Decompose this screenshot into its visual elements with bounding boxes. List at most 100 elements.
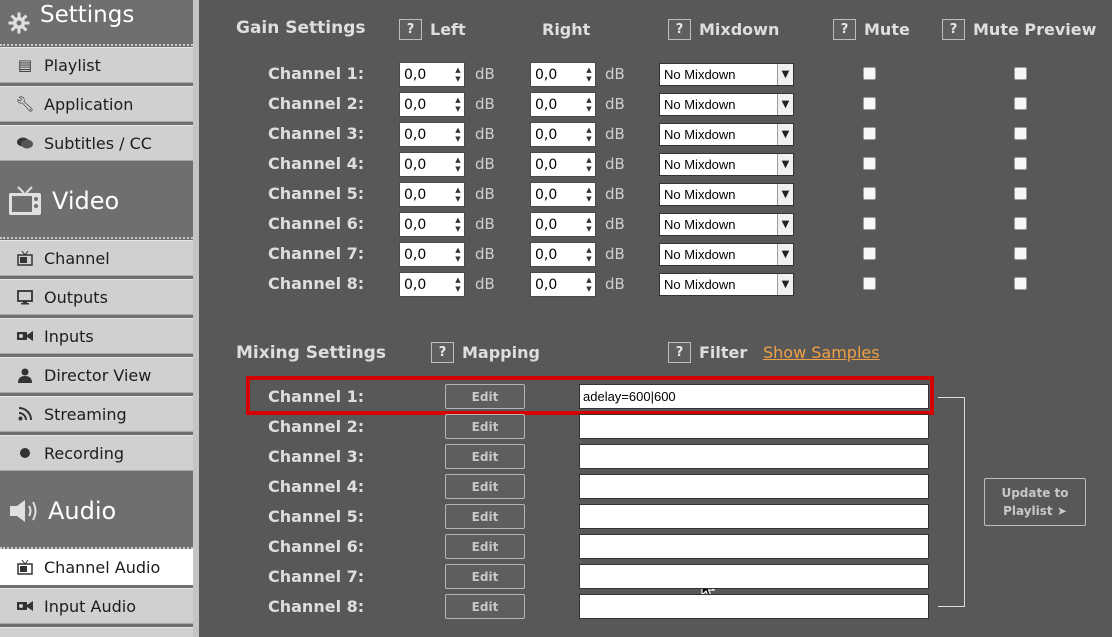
sidebar-item-input-audio[interactable]: Input Audio bbox=[0, 588, 193, 624]
mute-preview-checkbox[interactable] bbox=[1014, 127, 1027, 140]
filter-input[interactable] bbox=[579, 444, 929, 469]
filter-input[interactable] bbox=[579, 414, 929, 439]
mute-checkbox[interactable] bbox=[863, 97, 876, 110]
sidebar-item-channel-audio[interactable]: Channel Audio bbox=[0, 549, 193, 585]
sidebar-item-director-view[interactable]: Director View bbox=[0, 357, 193, 393]
chevron-down-icon[interactable]: ▼ bbox=[777, 274, 793, 295]
spinner-arrows-icon[interactable]: ▲ ▼ bbox=[452, 246, 464, 264]
spinner-arrows-icon[interactable]: ▲ ▼ bbox=[583, 276, 595, 294]
help-button-mixdown[interactable]: ? bbox=[668, 19, 691, 40]
spinner-arrows-icon[interactable]: ▲ ▼ bbox=[452, 66, 464, 84]
mute-checkbox[interactable] bbox=[863, 67, 876, 80]
left-gain-spinner[interactable]: 0,0 ▲ ▼ bbox=[399, 62, 465, 87]
sidebar-item-application[interactable]: 🔧︎ Application bbox=[0, 86, 193, 122]
spinner-arrows-icon[interactable]: ▲ ▼ bbox=[583, 96, 595, 114]
spinner-arrows-icon[interactable]: ▲ ▼ bbox=[452, 126, 464, 144]
left-gain-spinner[interactable]: 0,0 ▲ ▼ bbox=[399, 182, 465, 207]
chevron-down-icon[interactable]: ▼ bbox=[777, 94, 793, 115]
right-gain-spinner[interactable]: 0,0 ▲ ▼ bbox=[530, 182, 596, 207]
mute-preview-checkbox[interactable] bbox=[1014, 97, 1027, 110]
mute-preview-checkbox[interactable] bbox=[1014, 157, 1027, 170]
chevron-down-icon[interactable]: ▼ bbox=[777, 64, 793, 85]
help-button-mute-preview[interactable]: ? bbox=[942, 19, 965, 40]
left-gain-spinner[interactable]: 0,0 ▲ ▼ bbox=[399, 212, 465, 237]
sidebar-item-outputs[interactable]: Outputs bbox=[0, 279, 193, 315]
right-gain-spinner[interactable]: 0,0 ▲ ▼ bbox=[530, 242, 596, 267]
help-button-left[interactable]: ? bbox=[399, 19, 422, 40]
right-gain-spinner[interactable]: 0,0 ▲ ▼ bbox=[530, 92, 596, 117]
mute-checkbox[interactable] bbox=[863, 187, 876, 200]
right-gain-spinner[interactable]: 0,0 ▲ ▼ bbox=[530, 152, 596, 177]
mapping-edit-button[interactable]: Edit bbox=[445, 534, 525, 559]
mixdown-select[interactable]: No Mixdown ▼ bbox=[659, 153, 794, 176]
mapping-edit-button[interactable]: Edit bbox=[445, 444, 525, 469]
sidebar-item-subtitles[interactable]: Subtitles / CC bbox=[0, 125, 193, 161]
help-button-filter[interactable]: ? bbox=[668, 342, 691, 363]
filter-input[interactable]: adelay=600|600 bbox=[579, 384, 929, 409]
sidebar-item-playlist[interactable]: ▤ Playlist bbox=[0, 47, 193, 83]
filter-input[interactable] bbox=[579, 504, 929, 529]
mute-preview-checkbox[interactable] bbox=[1014, 277, 1027, 290]
right-gain-spinner[interactable]: 0,0 ▲ ▼ bbox=[530, 62, 596, 87]
mute-preview-checkbox[interactable] bbox=[1014, 187, 1027, 200]
chevron-down-icon[interactable]: ▼ bbox=[777, 154, 793, 175]
mixdown-select[interactable]: No Mixdown ▼ bbox=[659, 273, 794, 296]
spinner-arrows-icon[interactable]: ▲ ▼ bbox=[583, 156, 595, 174]
mute-checkbox[interactable] bbox=[863, 217, 876, 230]
sidebar-item-recording[interactable]: Recording bbox=[0, 435, 193, 471]
mixdown-select[interactable]: No Mixdown ▼ bbox=[659, 183, 794, 206]
spinner-arrows-icon[interactable]: ▲ ▼ bbox=[452, 156, 464, 174]
spinner-arrows-icon[interactable]: ▲ ▼ bbox=[583, 186, 595, 204]
left-gain-spinner[interactable]: 0,0 ▲ ▼ bbox=[399, 272, 465, 297]
mute-preview-checkbox[interactable] bbox=[1014, 67, 1027, 80]
left-gain-spinner[interactable]: 0,0 ▲ ▼ bbox=[399, 122, 465, 147]
mixdown-select[interactable]: No Mixdown ▼ bbox=[659, 213, 794, 236]
mapping-edit-button[interactable]: Edit bbox=[445, 504, 525, 529]
help-button-mapping[interactable]: ? bbox=[431, 342, 454, 363]
right-gain-spinner[interactable]: 0,0 ▲ ▼ bbox=[530, 122, 596, 147]
help-button-mute[interactable]: ? bbox=[833, 19, 856, 40]
spinner-arrows-icon[interactable]: ▲ ▼ bbox=[452, 276, 464, 294]
mapping-edit-button[interactable]: Edit bbox=[445, 594, 525, 619]
spinner-arrows-icon[interactable]: ▲ ▼ bbox=[583, 66, 595, 84]
filter-input[interactable] bbox=[579, 594, 929, 619]
spinner-arrows-icon[interactable]: ▲ ▼ bbox=[583, 126, 595, 144]
filter-input[interactable] bbox=[579, 564, 929, 589]
mixdown-select[interactable]: No Mixdown ▼ bbox=[659, 93, 794, 116]
spinner-arrows-icon[interactable]: ▲ ▼ bbox=[452, 216, 464, 234]
spinner-arrows-icon[interactable]: ▲ ▼ bbox=[452, 96, 464, 114]
mute-checkbox[interactable] bbox=[863, 127, 876, 140]
filter-input[interactable] bbox=[579, 474, 929, 499]
right-gain-spinner[interactable]: 0,0 ▲ ▼ bbox=[530, 212, 596, 237]
sidebar-item-more[interactable] bbox=[0, 627, 193, 637]
mixdown-select[interactable]: No Mixdown ▼ bbox=[659, 123, 794, 146]
mapping-edit-button[interactable]: Edit bbox=[445, 474, 525, 499]
right-gain-spinner[interactable]: 0,0 ▲ ▼ bbox=[530, 272, 596, 297]
mute-checkbox[interactable] bbox=[863, 247, 876, 260]
chevron-down-icon[interactable]: ▼ bbox=[777, 124, 793, 145]
mixdown-select[interactable]: No Mixdown ▼ bbox=[659, 63, 794, 86]
mute-checkbox[interactable] bbox=[863, 157, 876, 170]
chevron-down-icon[interactable]: ▼ bbox=[777, 214, 793, 235]
show-samples-link[interactable]: Show Samples bbox=[763, 343, 880, 362]
mute-checkbox[interactable] bbox=[863, 277, 876, 290]
mixdown-select[interactable]: No Mixdown ▼ bbox=[659, 243, 794, 266]
left-gain-spinner[interactable]: 0,0 ▲ ▼ bbox=[399, 92, 465, 117]
spinner-arrows-icon[interactable]: ▲ ▼ bbox=[583, 216, 595, 234]
mute-preview-checkbox[interactable] bbox=[1014, 247, 1027, 260]
sidebar-item-inputs[interactable]: Inputs bbox=[0, 318, 193, 354]
mute-preview-checkbox[interactable] bbox=[1014, 217, 1027, 230]
left-gain-spinner[interactable]: 0,0 ▲ ▼ bbox=[399, 152, 465, 177]
spinner-arrows-icon[interactable]: ▲ ▼ bbox=[583, 246, 595, 264]
chevron-down-icon[interactable]: ▼ bbox=[777, 184, 793, 205]
spinner-arrows-icon[interactable]: ▲ ▼ bbox=[452, 186, 464, 204]
filter-input[interactable] bbox=[579, 534, 929, 559]
left-gain-spinner[interactable]: 0,0 ▲ ▼ bbox=[399, 242, 465, 267]
sidebar-item-channel[interactable]: Channel bbox=[0, 240, 193, 276]
chevron-down-icon[interactable]: ▼ bbox=[777, 244, 793, 265]
sidebar-item-streaming[interactable]: Streaming bbox=[0, 396, 193, 432]
mapping-edit-button[interactable]: Edit bbox=[445, 414, 525, 439]
update-to-playlist-button[interactable]: Update to Playlist ➤ bbox=[984, 478, 1086, 526]
mapping-edit-button[interactable]: Edit bbox=[445, 384, 525, 409]
mapping-edit-button[interactable]: Edit bbox=[445, 564, 525, 589]
